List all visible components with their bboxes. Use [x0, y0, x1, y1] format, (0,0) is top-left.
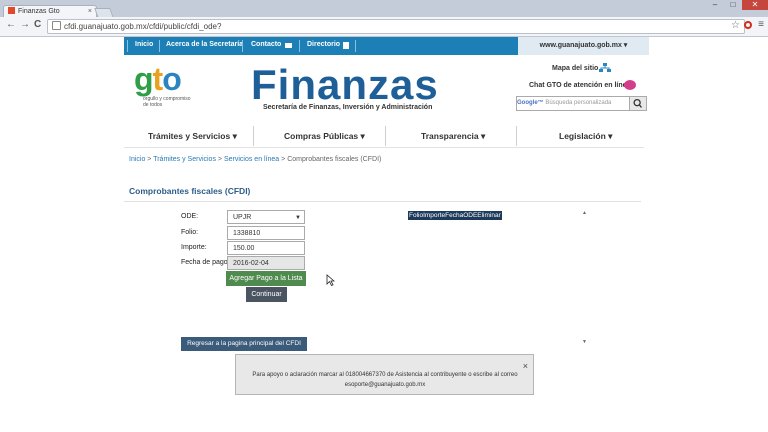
nav-legislacion[interactable]: Legislación ▾	[559, 131, 612, 142]
browser-menu-icon[interactable]: ≡	[758, 19, 764, 30]
window-controls: – □ ✕	[706, 0, 768, 10]
mouse-cursor-icon	[326, 274, 335, 286]
search-icon[interactable]	[629, 96, 647, 111]
tab-bar	[0, 0, 768, 17]
divider	[355, 40, 356, 52]
notice-text: Para apoyo o aclaración marcar al 018004…	[252, 372, 518, 388]
divider	[299, 40, 300, 52]
fecha-pago-field[interactable]: 2016-02-04	[227, 256, 305, 270]
divider	[124, 147, 644, 148]
opera-icon[interactable]	[744, 21, 752, 29]
search-placeholder: Búsqueda personalizada	[545, 100, 612, 106]
page-icon	[52, 21, 61, 30]
topbar-link-acerca[interactable]: Acerca de la Secretaría	[166, 41, 243, 48]
breadcrumb: Inicio > Trámites y Servicios > Servicio…	[129, 156, 381, 163]
site-map-link[interactable]: Mapa del sitio	[552, 65, 598, 72]
support-notice: Para apoyo o aclaración marcar al 018004…	[235, 354, 534, 395]
forward-icon[interactable]: →	[20, 19, 30, 30]
logo-letter-g: g	[134, 61, 154, 97]
breadcrumb-tramites[interactable]: Trámites y Servicios	[153, 156, 216, 163]
site-top-bar: Inicio Acerca de la Secretaría Contacto …	[124, 37, 518, 55]
ode-select[interactable]: UPJR ▼	[227, 210, 305, 224]
divider	[124, 201, 641, 202]
divider	[385, 126, 386, 146]
payments-table-header: FolioImporteFechaODEEliminar	[408, 211, 502, 220]
mail-icon	[285, 43, 292, 48]
page-title: Comprobantes fiscales (CFDI)	[129, 186, 251, 196]
nav-compras[interactable]: Compras Públicas ▾	[284, 131, 365, 142]
logo-letter-o: o	[162, 61, 182, 97]
breadcrumb-separator: >	[215, 156, 224, 163]
site-subtitle: Secretaría de Finanzas, Inversión y Admi…	[263, 104, 433, 111]
breadcrumb-current: Comprobantes fiscales (CFDI)	[287, 156, 382, 163]
domain-dropdown[interactable]: www.guanajuato.gob.mx ▾	[518, 37, 649, 55]
topbar-link-contacto[interactable]: Contacto	[251, 41, 281, 48]
minimize-icon[interactable]: –	[706, 0, 724, 10]
breadcrumb-separator: >	[279, 156, 288, 163]
scroll-down-icon[interactable]: ▼	[582, 339, 587, 345]
back-icon[interactable]: ←	[6, 19, 16, 30]
table-scrollbar[interactable]: ▲ ▼	[581, 210, 588, 345]
chat-link[interactable]: Chat GTO de atención en línea	[529, 82, 630, 89]
folio-label: Folio:	[181, 229, 199, 236]
continue-button[interactable]: Continuar	[246, 287, 287, 302]
tab-title: Finanzas Gto	[18, 8, 60, 15]
scroll-up-icon[interactable]: ▲	[582, 210, 587, 216]
fecha-label: Fecha de pago:	[181, 259, 230, 266]
close-icon[interactable]: ×	[523, 361, 528, 371]
chevron-down-icon: ▼	[295, 215, 301, 221]
nav-transparencia[interactable]: Transparencia ▾	[421, 131, 485, 142]
importe-field[interactable]: 150.00	[227, 241, 305, 255]
logo-letter-t: t	[152, 61, 164, 97]
directory-icon	[343, 42, 349, 49]
breadcrumb-servicios[interactable]: Servicios en línea	[224, 156, 279, 163]
importe-label: Importe:	[181, 244, 207, 251]
bookmark-star-icon[interactable]: ☆	[731, 20, 740, 31]
add-payment-button[interactable]: Agregar Pago a la Lista	[226, 271, 306, 286]
maximize-icon[interactable]: □	[724, 0, 742, 10]
back-to-main-button[interactable]: Regresar a la pagina principal del CFDI	[181, 337, 307, 351]
close-window-icon[interactable]: ✕	[742, 0, 768, 10]
breadcrumb-inicio[interactable]: Inicio	[129, 156, 145, 163]
divider	[253, 126, 254, 146]
google-search-brand: Google™	[517, 100, 544, 106]
divider	[516, 126, 517, 146]
gto-logo[interactable]: gto	[134, 61, 182, 97]
divider	[242, 40, 243, 52]
divider	[159, 40, 160, 52]
topbar-link-directorio[interactable]: Directorio	[307, 41, 340, 48]
ode-value: UPJR	[233, 214, 252, 221]
ode-label: ODE:	[181, 213, 199, 220]
nav-tramites[interactable]: Trámites y Servicios ▾	[148, 131, 237, 142]
topbar-link-inicio[interactable]: Inicio	[135, 41, 153, 48]
reload-icon[interactable]: C	[34, 19, 41, 30]
site-title: Finanzas	[251, 61, 439, 108]
address-bar[interactable]: cfdi.guanajuato.gob.mx/cfdi/public/cfdi_…	[47, 19, 745, 34]
sitemap-icon[interactable]	[599, 63, 611, 73]
url-text: cfdi.guanajuato.gob.mx/cfdi/public/cfdi_…	[64, 22, 222, 31]
folio-field[interactable]: 1338810	[227, 226, 305, 240]
chat-bubble-icon[interactable]	[624, 80, 636, 90]
search-input[interactable]: Google™ Búsqueda personalizada	[516, 96, 630, 111]
favicon-icon	[8, 7, 15, 14]
divider	[127, 40, 128, 52]
logo-slogan: orgullo y compromiso de todos	[143, 96, 191, 108]
